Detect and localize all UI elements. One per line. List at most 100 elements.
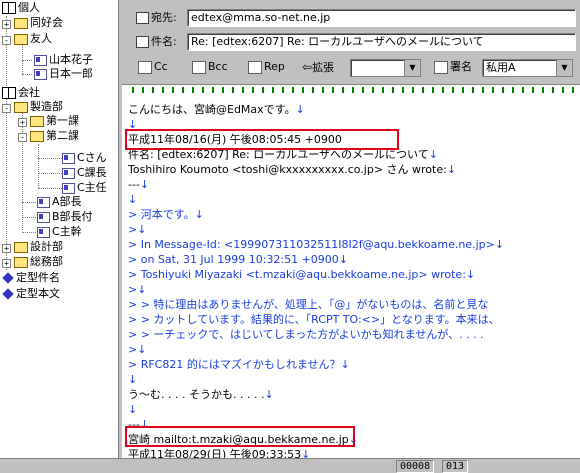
expand-toggle[interactable]: + bbox=[18, 118, 27, 127]
collapse-toggle[interactable]: - bbox=[2, 104, 11, 113]
body-line: う～む. . . . そうかも. . . . .↓ bbox=[128, 388, 274, 401]
to-field[interactable]: edtex@mma.so-net.ne.jp bbox=[187, 9, 576, 27]
body-line-quote: >↓ bbox=[128, 283, 147, 296]
subject-field[interactable]: Re: [edtex:6207] Re: ローカルユーザへのメールについて bbox=[187, 33, 576, 51]
tree-item-template-subject[interactable]: 定型件名 bbox=[2, 271, 60, 285]
tree-item-section1[interactable]: 第一課 bbox=[30, 114, 79, 128]
tree-item-a-bucho[interactable]: A部長 bbox=[37, 195, 82, 209]
contact-card-icon bbox=[62, 167, 75, 179]
tree-line bbox=[38, 188, 62, 189]
compose-header: 宛先: edtex@mma.so-net.ne.jp 件名: Re: [edte… bbox=[120, 0, 580, 80]
body-line: こんにちは、宮崎@EdMaxです。↓ bbox=[128, 103, 305, 116]
body-line-quote: > 河本です。↓ bbox=[128, 208, 204, 221]
body-line-quote: > > 特に理由はありませんが、処理上、「@」がないものは、名前と見な bbox=[128, 298, 489, 311]
address-book-tree[interactable]: 個人 + 同好会 - 友人 山本花子 日本一郎 会社 - 製造部 + 第一課 - bbox=[0, 0, 119, 458]
subject-icon bbox=[136, 36, 149, 48]
body-line-quote: > RFC821 的にはマズイかもしれません？↓ bbox=[128, 358, 350, 371]
tree-item-friends[interactable]: 友人 bbox=[14, 32, 52, 46]
folder-icon bbox=[30, 115, 44, 127]
tree-line bbox=[22, 217, 36, 218]
template-icon bbox=[2, 272, 14, 284]
cc-button[interactable]: Cc bbox=[138, 59, 168, 75]
tree-item-c-kacho[interactable]: C課長 bbox=[62, 166, 107, 180]
tree-item-general-affairs[interactable]: 総務部 bbox=[14, 255, 63, 269]
body-line: ---↓ bbox=[128, 178, 150, 191]
extend-button[interactable]: ⇦拡張 bbox=[302, 59, 334, 75]
tree-line bbox=[22, 202, 36, 203]
signature-button[interactable]: 署名 bbox=[434, 59, 472, 75]
template-icon bbox=[2, 288, 14, 300]
tree-item-manufacturing[interactable]: 製造部 bbox=[14, 100, 63, 114]
extend-icon: ⇦ bbox=[302, 60, 313, 74]
signature-dropdown[interactable]: 私用A ▼ bbox=[482, 59, 573, 77]
body-line-quote: > Toshiyuki Miyazaki <t.mzaki@aqu.bekkoa… bbox=[128, 268, 476, 281]
folder-icon bbox=[14, 17, 28, 29]
collapse-toggle[interactable]: - bbox=[18, 133, 27, 142]
tree-item-template-body[interactable]: 定型本文 bbox=[2, 287, 60, 301]
body-line-quote: >↓ bbox=[128, 223, 147, 236]
expand-toggle[interactable]: + bbox=[2, 259, 11, 268]
tree-line bbox=[22, 60, 32, 61]
tree-line bbox=[6, 16, 7, 270]
folder-icon bbox=[30, 130, 44, 142]
tree-line bbox=[22, 232, 36, 233]
expand-toggle[interactable]: + bbox=[2, 244, 11, 253]
highlight-box bbox=[125, 129, 399, 150]
address-icon bbox=[136, 12, 149, 24]
extend-dropdown[interactable]: ▼ bbox=[350, 59, 421, 77]
dropdown-arrow-icon[interactable]: ▼ bbox=[404, 60, 420, 76]
tree-line bbox=[38, 173, 62, 174]
tree-line bbox=[22, 44, 23, 74]
rep-button[interactable]: Rep bbox=[248, 59, 285, 75]
tree-item-company[interactable]: 会社 bbox=[2, 86, 40, 100]
tree-item-b-buchozuke[interactable]: B部長付 bbox=[37, 210, 93, 224]
body-line-quote: > In Message-Id: <199907311032511I8I2f@a… bbox=[128, 238, 505, 251]
contact-card-icon bbox=[62, 152, 75, 164]
tree-line bbox=[38, 158, 62, 159]
bcc-button[interactable]: Bcc bbox=[192, 59, 228, 75]
column-ruler bbox=[122, 84, 580, 96]
folder-icon bbox=[14, 241, 28, 253]
folder-icon bbox=[14, 33, 28, 45]
status-bar: 00008 013 bbox=[0, 458, 580, 473]
subject-label: 件名: bbox=[136, 35, 177, 49]
collapse-toggle[interactable]: - bbox=[2, 36, 11, 45]
body-line-date: 平成11年08/29(日) 午後09:33:53↓ bbox=[128, 448, 311, 458]
address-book-icon bbox=[2, 87, 16, 99]
body-line: Toshihiro Koumoto <toshi@kxxxxxxxxx.co.j… bbox=[128, 163, 457, 176]
highlight-box bbox=[125, 426, 355, 447]
folder-icon bbox=[14, 101, 28, 113]
tree-item-section2[interactable]: 第二課 bbox=[30, 129, 79, 143]
tree-item-yamamoto[interactable]: 山本花子 bbox=[34, 53, 93, 67]
body-line: ↓ bbox=[128, 193, 138, 206]
contact-card-icon bbox=[34, 68, 47, 80]
bcc-icon bbox=[192, 60, 206, 74]
tree-item-design[interactable]: 設計部 bbox=[14, 240, 63, 254]
address-book-icon bbox=[2, 2, 16, 14]
contact-card-icon bbox=[34, 54, 47, 66]
contact-card-icon bbox=[37, 226, 50, 238]
message-editor[interactable]: こんにちは、宮崎@EdMaxです。↓ ↓ 平成11年08/16(月) 午後08:… bbox=[122, 96, 580, 458]
tree-line bbox=[38, 144, 39, 188]
mail-window: 個人 + 同好会 - 友人 山本花子 日本一郎 会社 - 製造部 + 第一課 - bbox=[0, 0, 580, 473]
folder-icon bbox=[14, 256, 28, 268]
tree-item-c-shunin[interactable]: C主任 bbox=[62, 181, 107, 195]
tree-item-club[interactable]: 同好会 bbox=[14, 16, 63, 30]
signature-icon bbox=[434, 60, 448, 74]
to-label[interactable]: 宛先: bbox=[136, 11, 177, 25]
status-column-number: 013 bbox=[442, 460, 469, 473]
expand-toggle[interactable]: + bbox=[2, 20, 11, 29]
contact-card-icon bbox=[37, 196, 50, 208]
body-line-quote: >↓ bbox=[128, 343, 147, 356]
tree-item-c-san[interactable]: Cさん bbox=[62, 151, 107, 165]
tree-item-personal[interactable]: 個人 bbox=[2, 1, 40, 15]
body-line: ↓ bbox=[128, 373, 138, 386]
tree-item-c-shukan[interactable]: C主幹 bbox=[37, 225, 82, 239]
body-line: ↓ bbox=[128, 403, 138, 416]
body-line-quote: > on Sat, 31 Jul 1999 10:32:51 +0900↓ bbox=[128, 253, 349, 266]
body-line-quote: > > カットしています。結果的に、「RCPT TO:<>」となります。本来は、 bbox=[128, 313, 500, 326]
dropdown-arrow-icon[interactable]: ▼ bbox=[556, 60, 572, 76]
tree-item-nihon[interactable]: 日本一郎 bbox=[34, 67, 93, 81]
body-line-quote: > > ーチェックで、はじいてしまった方がよいかも知れませんが、. . . . bbox=[128, 328, 484, 341]
contact-card-icon bbox=[62, 182, 75, 194]
